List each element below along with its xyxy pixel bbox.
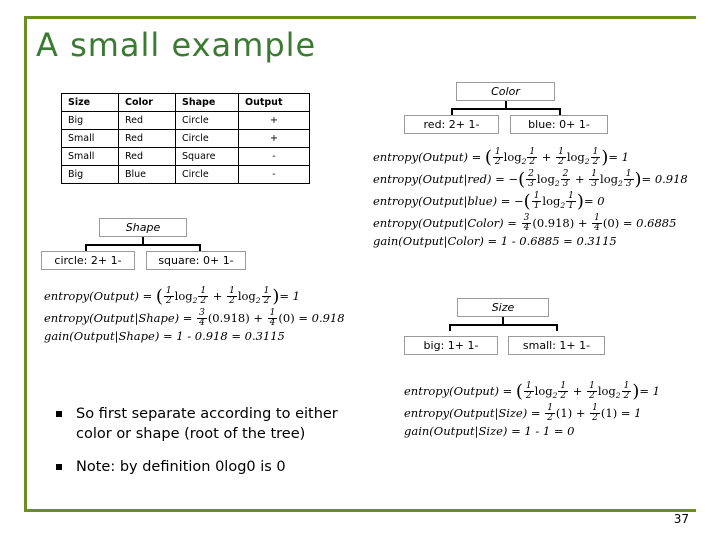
tree-edge-color-horizontal — [451, 108, 561, 110]
column-header-shape: Shape — [175, 93, 239, 112]
formula-size-gain: gain(Output|Size) = 1 - 1 = 0 — [404, 424, 575, 438]
table-row: Big Blue Circle - — [61, 165, 310, 184]
formula-shape-entropy-conditional: entropy(Output|Shape) = 3 4 (0.918) + 1 4 (0… — [44, 307, 345, 328]
column-header-color: Color — [118, 93, 176, 112]
cell-output: - — [238, 165, 310, 184]
tree-edge-size-left-drop — [449, 324, 451, 331]
column-header-size: Size — [61, 93, 119, 112]
frame-bottom-line — [24, 509, 696, 512]
tree-node-color-blue: blue: 0+ 1- — [510, 115, 608, 134]
example-data-table: Size Color Shape Output Big Red Circle +… — [61, 93, 310, 184]
formula-shape-entropy-output: entropy(Output) = (1 2 log2 1 2 + 1 2 log2 1 2)=… — [44, 285, 300, 307]
tree-node-shape-square: square: 0+ 1- — [146, 251, 246, 270]
tree-node-color-red: red: 2+ 1- — [404, 115, 499, 134]
bullet-square-icon — [56, 411, 62, 417]
tree-edge-shape-horizontal — [85, 244, 201, 246]
cell-size: Big — [61, 111, 119, 130]
formula-color-entropy-conditional: entropy(Output|Color) = 3 4 (0.918) + 1 4 (0… — [373, 212, 677, 233]
slide-canvas: A small example Size Color Shape Output … — [0, 0, 720, 540]
cell-output: - — [238, 147, 310, 166]
bullet-square-icon — [56, 464, 62, 470]
tree-edge-color-right-drop — [559, 108, 561, 115]
formula-color-entropy-red: entropy(Output|red) = −(2 3 log2 2 3 + 1 3 log… — [373, 168, 688, 190]
cell-shape: Square — [175, 147, 239, 166]
tree-node-shape-root: Shape — [99, 218, 187, 237]
formula-shape-gain: gain(Output|Shape) = 1 - 0.918 = 0.3115 — [44, 329, 285, 343]
column-header-output: Output — [238, 93, 310, 112]
cell-output: + — [238, 129, 310, 148]
table-row: Small Red Circle + — [61, 129, 310, 148]
formula-size-entropy-conditional: entropy(Output|Size) = 1 2 (1) + 1 2 (1) = 1 — [404, 402, 642, 423]
tree-node-shape-circle: circle: 2+ 1- — [41, 251, 135, 270]
page-number: 37 — [673, 512, 689, 526]
table-header-row: Size Color Shape Output — [61, 93, 310, 112]
tree-edge-size-right-drop — [556, 324, 558, 331]
cell-size: Small — [61, 129, 119, 148]
cell-shape: Circle — [175, 111, 239, 130]
formula-color-entropy-blue: entropy(Output|blue) = −(1 1 log2 1 1)= 0 — [373, 190, 605, 212]
cell-shape: Circle — [175, 165, 239, 184]
tree-edge-shape-right-drop — [199, 244, 201, 251]
bullet-item-2: Note: by definition 0log0 is 0 — [56, 458, 376, 478]
frame-top-line — [24, 16, 696, 19]
formula-size-entropy-output: entropy(Output) = (1 2 log2 1 2 + 1 2 log2 1 2)=… — [404, 380, 660, 402]
table-row: Small Red Square - — [61, 147, 310, 166]
page-title: A small example — [36, 26, 317, 64]
cell-size: Big — [61, 165, 119, 184]
cell-color: Red — [118, 111, 176, 130]
cell-size: Small — [61, 147, 119, 166]
bullet-text: Note: by definition 0log0 is 0 — [76, 459, 286, 475]
formula-color-entropy-output: entropy(Output) = (1 2 log2 1 2 + 1 2 log2 1 2)=… — [373, 146, 629, 168]
bullet-item-1: So first separate according to either co… — [56, 405, 376, 444]
table-row: Big Red Circle + — [61, 111, 310, 130]
cell-color: Red — [118, 129, 176, 148]
tree-node-size-big: big: 1+ 1- — [404, 336, 498, 355]
formula-color-gain: gain(Output|Color) = 1 - 0.6885 = 0.3115 — [373, 234, 617, 248]
tree-node-size-small: small: 1+ 1- — [508, 336, 605, 355]
tree-node-size-root: Size — [457, 298, 549, 317]
cell-color: Blue — [118, 165, 176, 184]
tree-edge-size-horizontal — [449, 324, 558, 326]
tree-edge-color-left-drop — [451, 108, 453, 115]
bullet-text: So first separate according to either co… — [76, 406, 338, 442]
cell-shape: Circle — [175, 129, 239, 148]
tree-node-color-root: Color — [456, 82, 555, 101]
cell-output: + — [238, 111, 310, 130]
tree-edge-shape-left-drop — [85, 244, 87, 251]
cell-color: Red — [118, 147, 176, 166]
frame-left-line — [24, 16, 27, 512]
